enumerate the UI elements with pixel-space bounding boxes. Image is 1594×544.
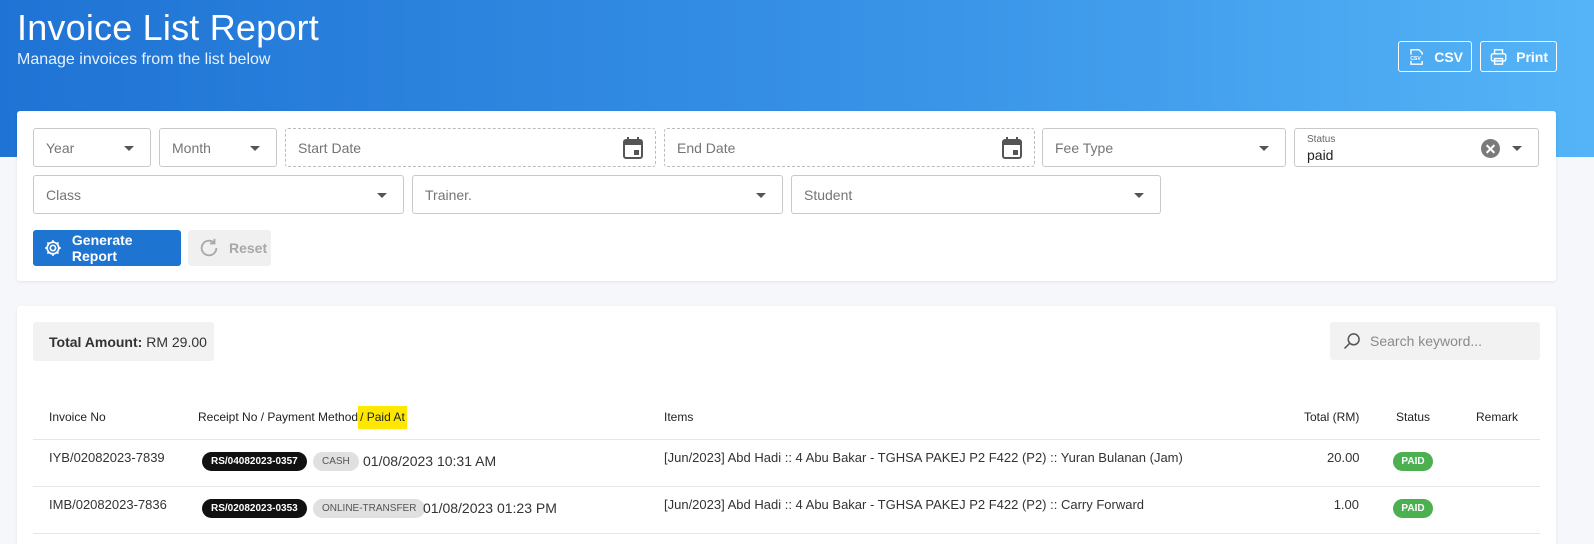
printer-icon [1490,48,1507,65]
total-amount-box: Total Amount: RM 29.00 [33,322,214,361]
status-badge: PAID [1393,452,1433,471]
end-date-placeholder: End Date [677,140,736,156]
column-header-total[interactable]: Total (RM) [1304,410,1359,424]
receipt-header-text: Receipt No / Payment Method [198,410,359,424]
csv-file-icon: CSV [1410,48,1423,65]
total-amount-value: RM 29.00 [146,334,207,350]
gear-icon [45,240,61,256]
filter-panel: Year Month Start Date End Date Fee Type … [17,111,1556,281]
chevron-down-icon [124,146,134,151]
column-header-receipt[interactable]: Receipt No / Payment Method / Paid At [198,406,407,429]
page-title: Invoice List Report [17,7,319,48]
fee-type-select[interactable]: Fee Type [1042,128,1286,167]
class-select[interactable]: Class [33,175,404,214]
column-header-remark[interactable]: Remark [1476,410,1518,424]
row-divider [33,533,1540,534]
paid-at-cell: 01/08/2023 01:23 PM [423,500,557,516]
print-label: Print [1516,48,1548,65]
end-date-field[interactable]: End Date [664,128,1035,167]
status-field-label: Status [1307,134,1336,145]
items-cell: [Jun/2023] Abd Hadi :: 4 Abu Bakar - TGH… [664,450,1183,465]
fee-type-placeholder: Fee Type [1055,140,1114,156]
chevron-down-icon [377,193,387,198]
status-select[interactable]: Status paid [1294,128,1539,167]
month-placeholder: Month [172,140,211,156]
year-select[interactable]: Year [33,128,151,167]
start-date-placeholder: Start Date [298,140,362,156]
paid-at-header-highlight: / Paid At [358,406,407,429]
reset-label: Reset [229,240,268,256]
chevron-down-icon [1512,146,1522,151]
total-cell: 1.00 [1333,497,1359,512]
receipt-no-badge: RS/02082023-0353 [202,499,307,518]
chevron-down-icon [756,193,766,198]
status-field-value: paid [1307,147,1334,163]
column-header-items[interactable]: Items [664,410,693,424]
student-select[interactable]: Student [791,175,1161,214]
receipt-no-badge: RS/04082023-0357 [202,452,307,471]
invoice-no-cell[interactable]: IMB/02082023-7836 [49,497,167,512]
refresh-icon [200,238,218,257]
class-placeholder: Class [46,187,82,203]
status-badge: PAID [1393,499,1433,518]
column-header-status[interactable]: Status [1396,410,1430,424]
chevron-down-icon [1259,146,1269,151]
trainer-placeholder: Trainer. [425,187,472,203]
payment-method-badge: ONLINE-TRANSFER [313,499,426,518]
year-placeholder: Year [46,140,75,156]
calendar-icon[interactable] [1002,137,1022,159]
paid-at-cell: 01/08/2023 10:31 AM [363,453,497,469]
svg-text:CSV: CSV [1410,55,1421,61]
clear-icon[interactable] [1481,139,1500,158]
row-divider [33,439,1540,440]
column-header-invoice-no[interactable]: Invoice No [49,410,106,424]
chevron-down-icon [250,146,260,151]
search-input[interactable] [1370,322,1535,360]
invoice-list-panel: Total Amount: RM 29.00 Invoice No Receip… [17,306,1556,544]
search-icon [1343,333,1360,350]
invoice-no-cell[interactable]: IYB/02082023-7839 [49,450,165,465]
trainer-select[interactable]: Trainer. [412,175,783,214]
reset-button[interactable]: Reset [188,230,271,266]
page-subtitle: Manage invoices from the list below [17,51,271,68]
payment-method-badge: CASH [313,452,359,471]
csv-label: CSV [1434,48,1463,65]
total-amount-label: Total Amount: [49,334,143,350]
start-date-field[interactable]: Start Date [285,128,656,167]
month-select[interactable]: Month [159,128,277,167]
chevron-down-icon [1134,193,1144,198]
generate-report-button[interactable]: Generate Report [33,230,181,266]
student-placeholder: Student [804,187,853,203]
row-divider [33,486,1540,487]
csv-export-button[interactable]: CSV CSV [1398,41,1472,72]
total-cell: 20.00 [1327,450,1360,465]
print-button[interactable]: Print [1480,41,1557,72]
search-box[interactable] [1330,322,1540,360]
calendar-icon[interactable] [623,137,643,159]
generate-report-label: Generate Report [71,232,133,264]
items-cell: [Jun/2023] Abd Hadi :: 4 Abu Bakar - TGH… [664,497,1145,512]
